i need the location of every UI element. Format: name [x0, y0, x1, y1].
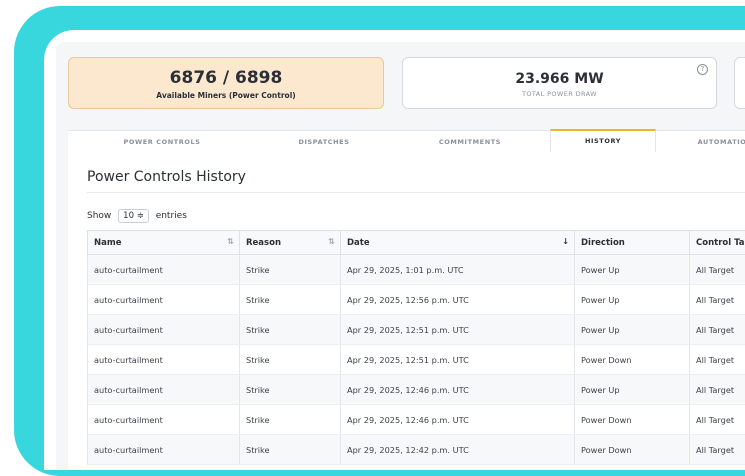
cell-direction: Power Up: [575, 315, 690, 345]
cell-direction: Power Up: [575, 375, 690, 405]
cell-reason: Strike: [240, 435, 341, 465]
entries-label: entries: [156, 211, 187, 221]
cell-reason: Strike: [240, 345, 341, 375]
section-title: Power Controls History: [87, 169, 246, 185]
app-window: 6876 / 6898 Available Miners (Power Cont…: [44, 30, 745, 470]
sort-icon[interactable]: ⇅: [328, 237, 335, 246]
sort-desc-icon[interactable]: ↓: [562, 237, 569, 246]
cell-direction: Power Down: [575, 345, 690, 375]
history-panel: Power Controls History Show 10 ≑ entries…: [68, 153, 745, 470]
help-icon[interactable]: ?: [697, 64, 708, 75]
total-power-draw-value: 23.966 MW: [403, 71, 716, 87]
cell-control-target: All Target: [690, 285, 745, 315]
column-header-control-target[interactable]: Control Tar: [690, 231, 745, 255]
table-row: auto-curtailment Strike Apr 29, 2025, 1:…: [88, 255, 745, 285]
cell-date: Apr 29, 2025, 12:56 p.m. UTC: [341, 285, 575, 315]
cell-direction: Power Up: [575, 285, 690, 315]
divider: [87, 192, 745, 193]
table-row: auto-curtailment Strike Apr 29, 2025, 12…: [88, 405, 745, 435]
entries-per-page-select[interactable]: 10 ≑: [118, 209, 149, 223]
history-table: Name⇅ Reason⇅ Date↓ Direction Control Ta…: [87, 230, 745, 465]
table-row: auto-curtailment Strike Apr 29, 2025, 12…: [88, 315, 745, 345]
cell-date: Apr 29, 2025, 1:01 p.m. UTC: [341, 255, 575, 285]
available-miners-value: 6876 / 6898: [69, 68, 383, 88]
cell-direction: Power Down: [575, 405, 690, 435]
column-header-name[interactable]: Name⇅: [88, 231, 240, 255]
show-label: Show: [87, 211, 111, 221]
cell-control-target: All Target: [690, 435, 745, 465]
cell-name: auto-curtailment: [88, 255, 240, 285]
available-miners-label: Available Miners (Power Control): [69, 91, 383, 100]
cell-name: auto-curtailment: [88, 315, 240, 345]
cell-date: Apr 29, 2025, 12:42 p.m. UTC: [341, 435, 575, 465]
cell-name: auto-curtailment: [88, 405, 240, 435]
cell-date: Apr 29, 2025, 12:46 p.m. UTC: [341, 375, 575, 405]
tab-power-controls[interactable]: POWER CONTROLS: [68, 131, 256, 153]
cell-control-target: All Target: [690, 405, 745, 435]
sort-icon[interactable]: ⇅: [227, 237, 234, 246]
tab-commitments[interactable]: COMMITMENTS: [392, 131, 548, 153]
cell-date: Apr 29, 2025, 12:51 p.m. UTC: [341, 345, 575, 375]
dashboard: 6876 / 6898 Available Miners (Power Cont…: [56, 42, 745, 470]
table-row: auto-curtailment Strike Apr 29, 2025, 12…: [88, 375, 745, 405]
cell-reason: Strike: [240, 375, 341, 405]
cell-control-target: All Target: [690, 255, 745, 285]
cell-date: Apr 29, 2025, 12:46 p.m. UTC: [341, 405, 575, 435]
tab-automation[interactable]: AUTOMATIO: [656, 131, 745, 153]
cell-name: auto-curtailment: [88, 345, 240, 375]
cell-control-target: All Target: [690, 345, 745, 375]
cell-direction: Power Down: [575, 435, 690, 465]
cell-name: auto-curtailment: [88, 285, 240, 315]
table-row: auto-curtailment Strike Apr 29, 2025, 12…: [88, 435, 745, 465]
cell-reason: Strike: [240, 405, 341, 435]
stat-card-partial: [734, 57, 745, 109]
table-row: auto-curtailment Strike Apr 29, 2025, 12…: [88, 285, 745, 315]
tab-dispatches[interactable]: DISPATCHES: [256, 131, 392, 153]
column-header-date[interactable]: Date↓: [341, 231, 575, 255]
show-entries-control: Show 10 ≑ entries: [87, 209, 187, 223]
total-power-draw-card: ? 23.966 MW TOTAL POWER DRAW: [402, 57, 717, 109]
tab-history[interactable]: HISTORY: [550, 129, 656, 152]
cell-date: Apr 29, 2025, 12:51 p.m. UTC: [341, 315, 575, 345]
total-power-draw-label: TOTAL POWER DRAW: [403, 90, 716, 98]
column-header-direction[interactable]: Direction: [575, 231, 690, 255]
cell-name: auto-curtailment: [88, 375, 240, 405]
cell-direction: Power Up: [575, 255, 690, 285]
tab-bar: POWER CONTROLS DISPATCHES COMMITMENTS HI…: [68, 130, 745, 154]
cell-reason: Strike: [240, 315, 341, 345]
column-header-reason[interactable]: Reason⇅: [240, 231, 341, 255]
available-miners-card: 6876 / 6898 Available Miners (Power Cont…: [68, 57, 384, 109]
table-header-row: Name⇅ Reason⇅ Date↓ Direction Control Ta…: [88, 231, 745, 255]
cell-control-target: All Target: [690, 315, 745, 345]
cell-name: auto-curtailment: [88, 435, 240, 465]
cell-reason: Strike: [240, 255, 341, 285]
cell-control-target: All Target: [690, 375, 745, 405]
table-row: auto-curtailment Strike Apr 29, 2025, 12…: [88, 345, 745, 375]
cell-reason: Strike: [240, 285, 341, 315]
